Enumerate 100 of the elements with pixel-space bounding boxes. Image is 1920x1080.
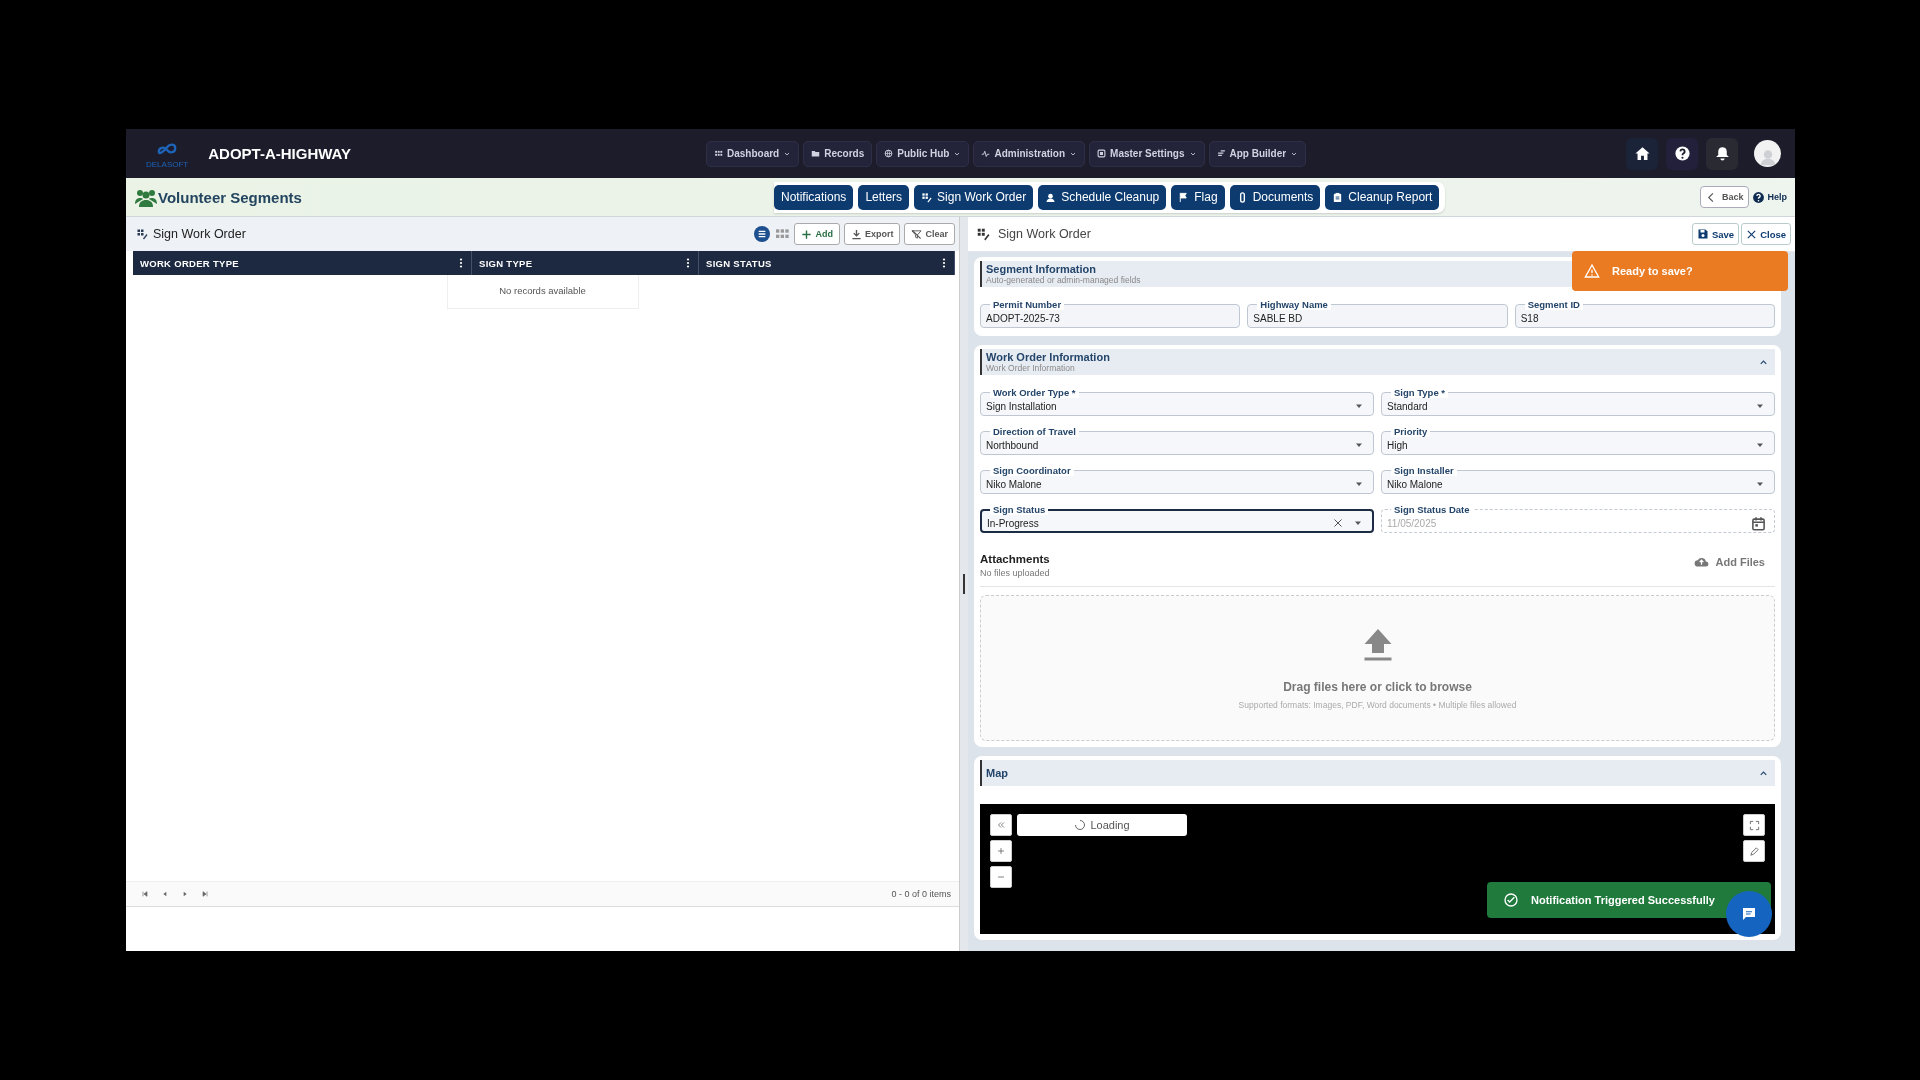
pencil-button[interactable] — [1743, 840, 1765, 862]
list-view-button[interactable] — [754, 226, 771, 242]
nav-menu[interactable]: Master Settings — [1089, 140, 1205, 167]
nav-menu[interactable]: Public Hub — [876, 140, 970, 167]
help-icon — [1673, 145, 1691, 162]
pencil-icon — [1748, 845, 1760, 857]
field-label: Sign Status Date — [1391, 504, 1473, 515]
help-button[interactable]: Help — [1752, 190, 1787, 204]
first-page-button[interactable] — [141, 890, 149, 898]
field-label: Sign Type * — [1391, 387, 1449, 398]
section-title: Work Order Information — [986, 351, 1110, 363]
home-icon — [1633, 145, 1651, 162]
form-title: Sign Work Order — [998, 227, 1091, 241]
save-icon — [1696, 228, 1709, 240]
plus-icon — [801, 228, 813, 240]
close-button[interactable]: Close — [1741, 223, 1791, 245]
grid-icon — [136, 228, 148, 240]
grid-icon — [976, 227, 990, 241]
column-header[interactable]: SIGN TYPE — [479, 257, 533, 269]
previous-page-button[interactable] — [161, 890, 169, 898]
column-header[interactable]: WORK ORDER TYPE — [140, 257, 239, 269]
section-header[interactable]: Work Order Information Work Order Information — [980, 349, 1775, 375]
drop-zone[interactable]: Drag files here or click to browse Supported formats: Images, PDF, Word documents • Multiple files allowed — [980, 595, 1775, 741]
drop-zone-text: Drag files here or click to browse — [1283, 680, 1472, 694]
clear-button[interactable]: Clear — [904, 223, 955, 245]
spinner-icon — [1074, 819, 1087, 831]
help-icon — [1752, 190, 1766, 204]
field-label: Work Order Type * — [990, 387, 1079, 398]
next-page-icon — [181, 890, 189, 898]
grid-icon — [921, 191, 933, 203]
action-button[interactable]: Letters — [858, 184, 910, 210]
check-circle-icon — [1503, 892, 1519, 908]
toast-message: Notification Triggered Successfully — [1531, 894, 1715, 906]
page-info: 0 - 0 of 0 items — [891, 889, 951, 899]
add-files-button[interactable]: Add Files — [1688, 553, 1771, 570]
attachments-title: Attachments — [980, 553, 1050, 565]
action-button[interactable]: Schedule Cleanup — [1038, 184, 1167, 210]
page-title: Volunteer Segments — [158, 188, 302, 206]
action-button[interactable]: Documents — [1229, 184, 1321, 210]
help-button[interactable] — [1666, 137, 1698, 170]
globe-icon — [884, 149, 894, 158]
first-page-icon — [141, 890, 149, 898]
export-button[interactable]: Export — [843, 223, 901, 245]
action-button[interactable]: Notifications — [774, 184, 854, 210]
next-page-button[interactable] — [181, 890, 189, 898]
folder-icon — [811, 149, 821, 158]
action-button[interactable]: Cleanup Report — [1325, 184, 1440, 210]
nav-menu[interactable]: Administration — [973, 140, 1086, 167]
field-label: Highway Name — [1257, 299, 1331, 310]
field-label: Sign Installer — [1391, 465, 1457, 476]
section-title: Map — [986, 767, 1008, 779]
avatar[interactable] — [1754, 140, 1781, 167]
action-button[interactable]: Flag — [1171, 184, 1225, 210]
field-label: Direction of Travel — [990, 426, 1079, 437]
filter-clear-icon — [911, 228, 923, 240]
calendar-icon — [1751, 515, 1766, 531]
fullscreen-button[interactable] — [1743, 814, 1765, 836]
last-page-button[interactable] — [201, 890, 209, 898]
empty-message: No records available — [446, 275, 639, 309]
save-button[interactable]: Save — [1691, 223, 1740, 245]
back-button[interactable]: Back — [1699, 186, 1750, 208]
supported-formats: Supported formats: Images, PDF, Word documents • Multiple files allowed — [1238, 700, 1517, 710]
person-icon — [1045, 191, 1057, 203]
nav-menu[interactable]: App Builder — [1208, 140, 1307, 167]
field-label: Sign Coordinator — [990, 465, 1074, 476]
nav-menu[interactable]: Dashboard — [706, 140, 800, 167]
warning-icon — [1584, 263, 1600, 279]
section-title: Segment Information — [986, 263, 1096, 275]
field-label: Sign Status — [990, 504, 1049, 515]
panel-title: Sign Work Order — [153, 227, 246, 241]
list-icon — [754, 226, 771, 242]
attachments-status: No files uploaded — [980, 568, 1050, 578]
section-subtitle: Work Order Information — [986, 363, 1075, 373]
home-button[interactable] — [1626, 137, 1658, 170]
action-button[interactable]: Sign Work Order — [914, 184, 1034, 210]
collapse-icon — [996, 820, 1006, 830]
fullscreen-icon — [1748, 819, 1760, 831]
zoom-in-icon — [996, 846, 1006, 856]
app-title: ADOPT-A-HIGHWAY — [208, 145, 352, 162]
close-icon — [1746, 228, 1758, 240]
flag-icon — [1178, 191, 1190, 203]
grid-icon — [714, 149, 723, 158]
logo-text: DELASOFT — [146, 160, 189, 169]
column-header[interactable]: SIGN STATUS — [706, 257, 772, 269]
field-label: Segment ID — [1524, 299, 1583, 310]
chat-icon — [1740, 905, 1758, 923]
section-header[interactable]: Map — [980, 760, 1775, 786]
nav-menu[interactable]: Records — [803, 140, 873, 167]
last-page-icon — [201, 890, 209, 898]
splitter-handle[interactable] — [963, 574, 965, 594]
add-button[interactable]: Add — [794, 223, 840, 245]
pulse-icon — [981, 149, 991, 158]
clipboard-icon — [1332, 191, 1344, 203]
field-label: Priority — [1391, 426, 1431, 437]
field-label: Permit Number — [990, 299, 1065, 310]
previous-page-icon — [161, 890, 169, 898]
toast-message: Ready to save? — [1612, 265, 1693, 277]
bell-button[interactable] — [1706, 137, 1738, 170]
loading-text: Loading — [1090, 819, 1130, 831]
section-subtitle: Auto-generated or admin-managed fields — [986, 275, 1141, 285]
